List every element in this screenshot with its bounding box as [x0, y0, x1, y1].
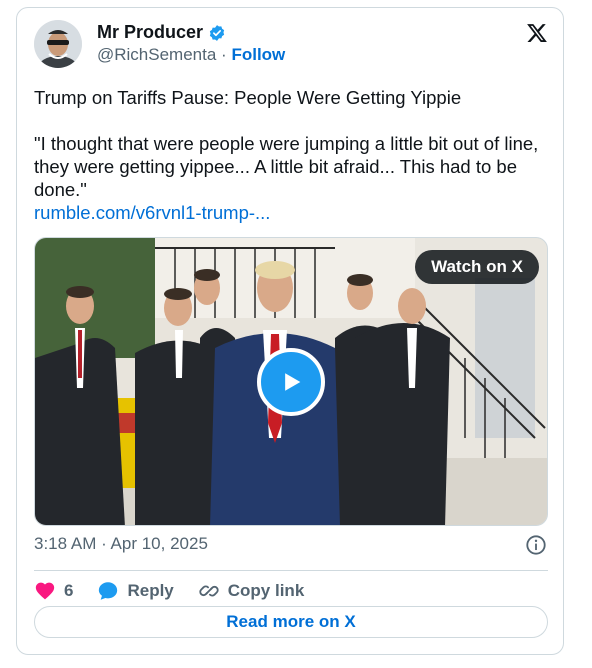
reply-bubble-icon — [99, 582, 118, 600]
x-logo-icon[interactable] — [526, 22, 548, 44]
action-bar: 6 Reply Copy link — [34, 575, 328, 607]
author-name[interactable]: Mr Producer — [97, 22, 226, 43]
link-icon — [199, 585, 219, 597]
separator-dot: · — [221, 45, 227, 64]
play-button[interactable] — [257, 348, 325, 416]
follow-link[interactable]: Follow — [231, 45, 285, 64]
author-handle[interactable]: @RichSementa — [97, 45, 216, 64]
play-icon — [285, 373, 301, 391]
tweet-quote: "I thought that were people were jumping… — [34, 133, 539, 200]
reply-label: Reply — [127, 581, 174, 600]
divider — [34, 570, 548, 571]
tweet-text: Trump on Tariffs Pause: People Were Gett… — [34, 86, 549, 224]
reply-button[interactable]: Reply — [97, 580, 174, 602]
tweet-headline: Trump on Tariffs Pause: People Were Gett… — [34, 87, 462, 108]
like-button[interactable]: 6 — [34, 580, 73, 602]
like-count: 6 — [64, 581, 74, 600]
tweet-embed-card: Mr Producer @RichSementa · Follow Trump … — [16, 7, 564, 655]
tweet-timestamp[interactable]: 3:18 AM · Apr 10, 2025 — [34, 534, 208, 554]
author-handle-row: @RichSementa · Follow — [97, 45, 285, 65]
info-icon[interactable] — [525, 534, 547, 556]
watch-on-x-button[interactable]: Watch on X — [415, 250, 539, 284]
author-display-name[interactable]: Mr Producer — [97, 22, 203, 43]
avatar[interactable] — [34, 20, 82, 68]
copy-link-button[interactable]: Copy link — [198, 580, 305, 602]
copy-link-label: Copy link — [227, 581, 305, 600]
read-more-button[interactable]: Read more on X — [34, 606, 548, 638]
verified-badge-icon — [209, 24, 225, 41]
tweet-link[interactable]: rumble.com/v6rvnl1-trump-... — [34, 201, 549, 224]
heart-icon — [35, 582, 55, 600]
video-thumbnail[interactable]: Watch on X — [34, 237, 548, 526]
